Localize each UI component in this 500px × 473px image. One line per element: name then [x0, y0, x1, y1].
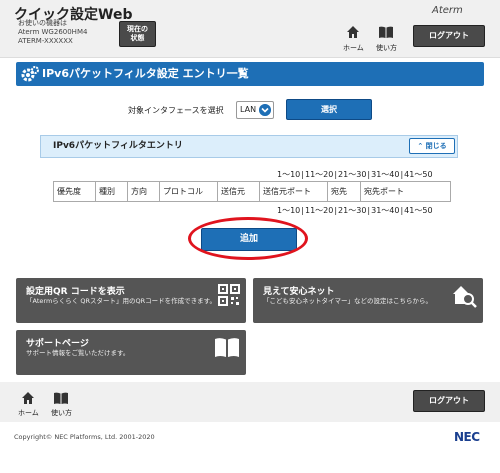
page-link[interactable]: 1～10	[277, 206, 300, 215]
column-header: 優先度	[53, 181, 96, 202]
page-link[interactable]: 11～20	[305, 206, 333, 215]
brand-logo: Aterm	[432, 5, 463, 16]
device-label: お使いの機器は	[18, 19, 67, 27]
support-page-card[interactable]: サポートページ サポート情報をご覧いただけます。	[16, 330, 246, 375]
book-icon[interactable]	[53, 391, 69, 405]
device-id: ATERM-XXXXXX	[18, 37, 73, 45]
qr-card-desc: 「Atermらくらく QRスタート」用のQRコードを作成できます。	[26, 297, 216, 305]
support-card-title: サポートページ	[26, 339, 89, 349]
column-header: 種別	[95, 181, 128, 202]
close-button[interactable]: ⌃ 閉じる	[409, 138, 455, 154]
highlight-ring	[188, 217, 308, 260]
nec-logo: NEC	[454, 430, 480, 444]
column-header: 宛先	[327, 181, 361, 202]
footer-logout-button[interactable]: ログアウト	[413, 390, 485, 412]
manual-label[interactable]: 使い方	[376, 43, 397, 53]
page-link[interactable]: 11～20	[305, 170, 333, 179]
page-link[interactable]: 31～40	[371, 206, 399, 215]
close-label: 閉じる	[425, 142, 447, 150]
page-link[interactable]: 41～50	[404, 170, 432, 179]
safety-net-card[interactable]: 見えて安心ネット 「こども安心ネットタイマー」などの設定はこちらから。	[253, 278, 483, 323]
column-header: 方向	[127, 181, 160, 202]
copyright: Copyright© NEC Platforms, Ltd. 2001-2020	[14, 433, 155, 441]
qr-card-title: 設定用QR コードを表示	[26, 287, 125, 297]
logout-button[interactable]: ログアウト	[413, 25, 485, 47]
home-icon[interactable]	[21, 391, 35, 405]
column-header: 送信元	[217, 181, 260, 202]
book-icon	[215, 338, 239, 357]
gear-icon	[21, 66, 39, 82]
select-button[interactable]: 選択	[286, 99, 372, 120]
page-link[interactable]: 31～40	[371, 170, 399, 179]
page-link[interactable]: 41～50	[404, 206, 432, 215]
table-header-row: 優先度 種別 方向 プロトコル 送信元 送信元ポート 宛先 宛先ポート	[53, 181, 451, 202]
footer-manual-label[interactable]: 使い方	[51, 408, 72, 418]
safety-card-desc: 「こども安心ネットタイマー」などの設定はこちらから。	[263, 297, 432, 305]
home-label[interactable]: ホーム	[343, 43, 364, 53]
page-title: IPv6パケットフィルタ設定 エントリ一覧	[16, 62, 484, 86]
status-button[interactable]: 現在の 状態	[119, 21, 156, 47]
page-link[interactable]: 21～30	[338, 170, 366, 179]
safety-card-title: 見えて安心ネット	[263, 287, 335, 297]
support-card-desc: サポート情報をご覧いただけます。	[26, 349, 130, 357]
chevron-down-icon[interactable]	[259, 104, 271, 116]
home-icon[interactable]	[346, 25, 360, 39]
footer-home-label[interactable]: ホーム	[18, 408, 39, 418]
page-link[interactable]: 21～30	[338, 206, 366, 215]
chevron-up-icon: ⌃	[417, 142, 424, 150]
pager-bottom: 1～10|11～20|21～30|31～40|41～50	[277, 206, 433, 215]
pager-top: 1～10|11～20|21～30|31～40|41～50	[277, 170, 433, 179]
column-header: 宛先ポート	[360, 181, 451, 202]
device-model: Aterm WG2600HM4	[18, 28, 88, 36]
qr-code-icon	[218, 284, 240, 306]
column-header: 送信元ポート	[259, 181, 328, 202]
column-header: プロトコル	[159, 181, 218, 202]
book-icon[interactable]	[378, 25, 394, 39]
filter-entry-panel-header: IPv6パケットフィルタエントリ	[40, 135, 458, 158]
page-link[interactable]: 1～10	[277, 170, 300, 179]
interface-label: 対象インタフェースを選択	[128, 106, 224, 115]
filter-table: 優先度 種別 方向 プロトコル 送信元 送信元ポート 宛先 宛先ポート	[53, 181, 451, 202]
qr-code-card[interactable]: 設定用QR コードを表示 「Atermらくらく QRスタート」用のQRコードを作…	[16, 278, 246, 323]
home-search-icon	[453, 286, 477, 308]
device-info: お使いの機器は Aterm WG2600HM4 ATERM-XXXXXX	[18, 19, 87, 46]
